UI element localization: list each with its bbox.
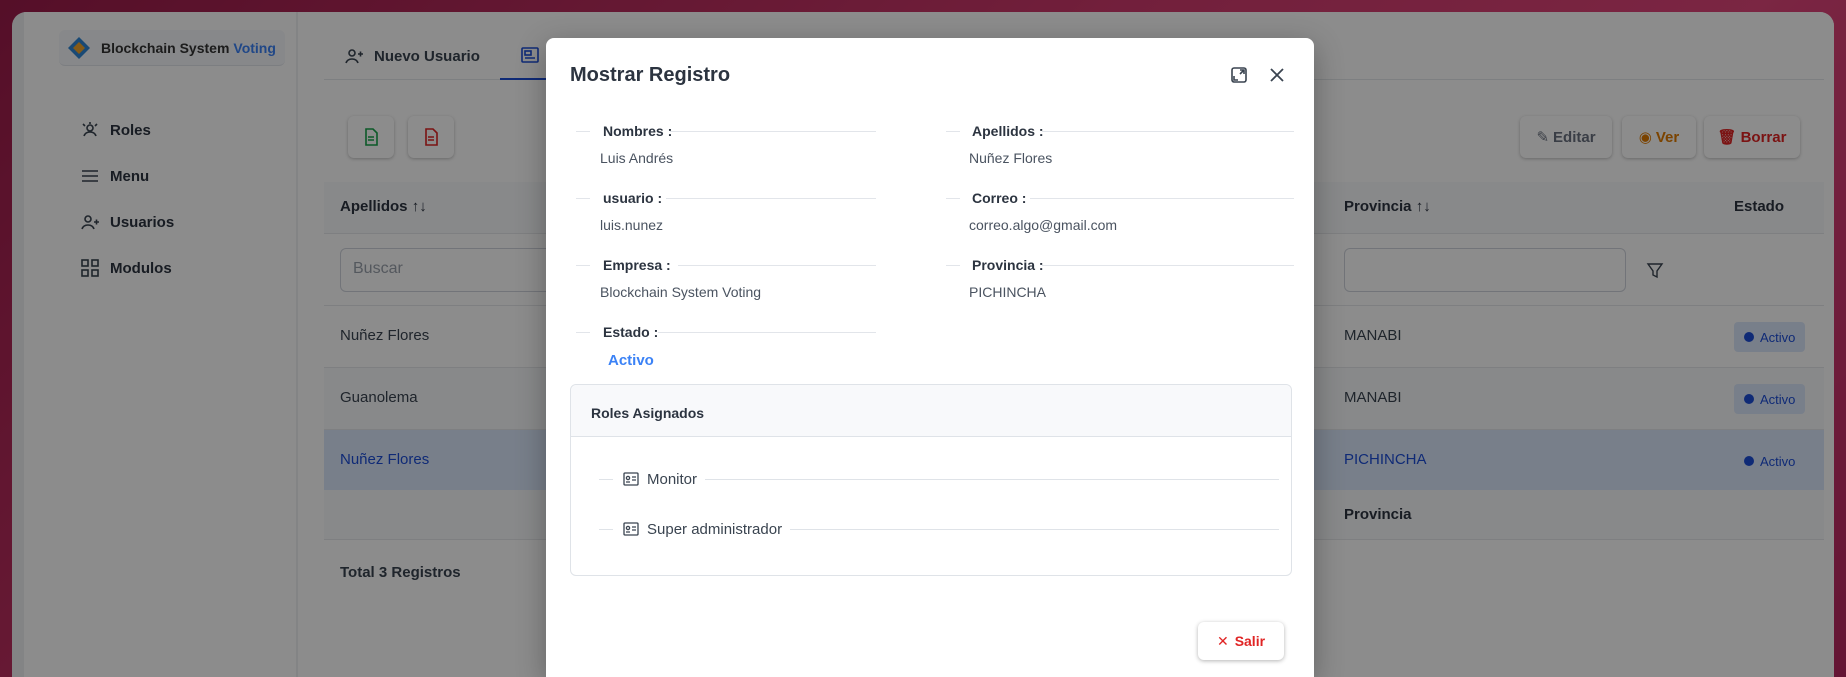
divider: [658, 332, 876, 333]
divider: [576, 332, 590, 333]
roles-panel-title: Roles Asignados: [571, 385, 1291, 437]
divider: [946, 265, 960, 266]
close-x-icon: ✕: [1216, 632, 1229, 649]
divider: [705, 478, 1279, 480]
role-item: Super administrador: [599, 519, 1279, 539]
id-card-icon: [623, 472, 639, 486]
divider: [576, 131, 590, 132]
divider: [1042, 265, 1294, 266]
label-apellidos: Apellidos :: [972, 123, 1044, 139]
divider: [599, 528, 613, 530]
divider: [946, 198, 960, 199]
value-apellidos: Nuñez Flores: [969, 150, 1053, 166]
divider: [678, 265, 876, 266]
value-usuario: luis.nunez: [600, 217, 664, 233]
divider: [790, 528, 1279, 530]
divider: [666, 198, 876, 199]
role-label: Monitor: [647, 470, 698, 488]
exit-button[interactable]: ✕ Salir: [1198, 622, 1284, 660]
divider: [946, 131, 960, 132]
value-nombres: Luis Andrés: [600, 150, 674, 166]
value-empresa: Blockchain System Voting: [600, 284, 762, 300]
value-estado: Activo: [608, 352, 654, 369]
value-provincia: PICHINCHA: [969, 284, 1047, 300]
exit-label: Salir: [1234, 633, 1266, 649]
value-correo: correo.algo@gmail.com: [969, 217, 1118, 233]
label-estado: Estado :: [603, 324, 659, 340]
label-nombres: Nombres :: [603, 123, 673, 139]
divider: [576, 265, 590, 266]
divider: [599, 478, 613, 480]
id-card-icon: [623, 522, 639, 536]
divider: [670, 131, 876, 132]
role-item: Monitor: [599, 469, 1279, 489]
label-provincia: Provincia :: [972, 257, 1044, 273]
divider: [576, 198, 590, 199]
label-correo: Correo :: [972, 190, 1027, 206]
role-label: Super administrador: [647, 520, 783, 538]
divider: [1030, 198, 1294, 199]
dialog-title: Mostrar Registro: [570, 64, 731, 86]
label-usuario: usuario :: [603, 190, 663, 206]
close-icon[interactable]: [1266, 64, 1288, 86]
record-dialog: Mostrar Registro Nombres : Luis Andrés A…: [546, 38, 1314, 677]
divider: [1042, 131, 1294, 132]
maximize-icon[interactable]: [1228, 64, 1250, 86]
roles-panel: Roles Asignados Monitor Super administra…: [570, 384, 1292, 576]
label-empresa: Empresa :: [603, 257, 671, 273]
